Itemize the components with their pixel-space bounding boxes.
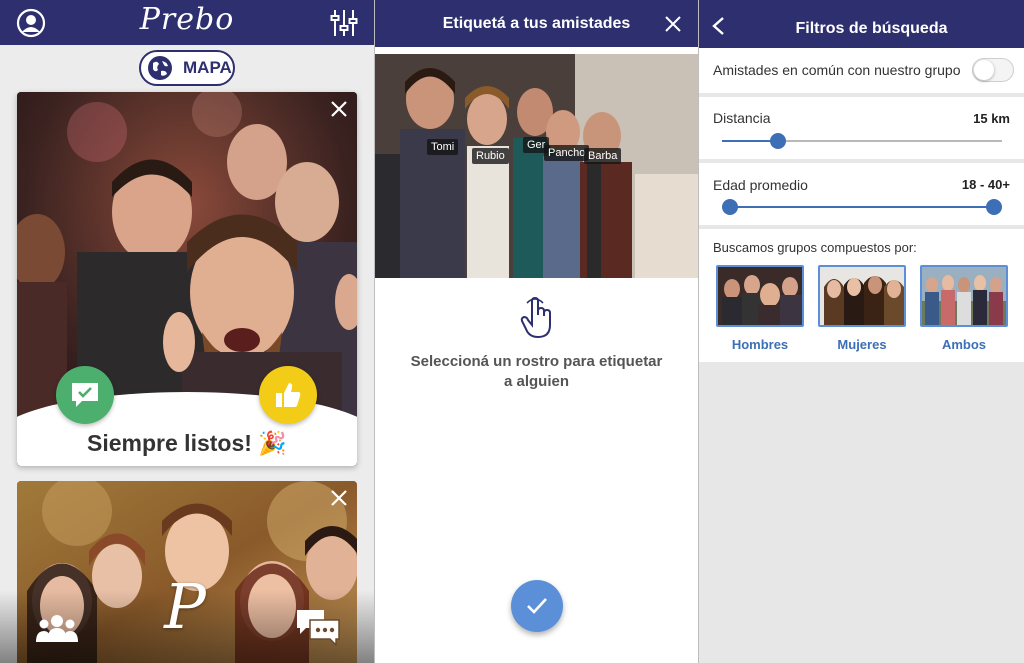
- chat-check-icon: [72, 383, 98, 407]
- age-slider-min-thumb[interactable]: [722, 199, 738, 215]
- common-friends-row: Amistades en común con nuestro grupo: [699, 48, 1024, 93]
- tag-header: Etiquetá a tus amistades: [375, 0, 698, 47]
- distance-slider[interactable]: [722, 133, 1002, 149]
- distance-value: 15 km: [973, 111, 1010, 126]
- age-slider[interactable]: [722, 199, 1002, 215]
- group-option-women[interactable]: Mujeres: [818, 265, 906, 352]
- feed-screen: Prebo MAPA Siempre listos! 🎉 P: [0, 0, 374, 663]
- toggle-knob: [974, 60, 994, 80]
- tap-finger-icon: [520, 297, 551, 339]
- chat-bubbles-icon[interactable]: [296, 608, 340, 646]
- group-composition-label: Buscamos grupos compuestos por:: [713, 240, 917, 255]
- confirm-button[interactable]: [511, 580, 563, 632]
- map-button-label: MAPA: [183, 58, 232, 77]
- group-option-men[interactable]: Hombres: [716, 265, 804, 352]
- group-photo[interactable]: Tomi Rubio Ger Pancho Barba: [375, 54, 698, 278]
- face-tag[interactable]: Rubio: [472, 148, 509, 164]
- distance-slider-thumb[interactable]: [769, 133, 786, 149]
- search-filters-screen: Filtros de búsqueda Amistades en común c…: [699, 0, 1024, 663]
- face-tag[interactable]: Barba: [584, 148, 622, 164]
- distance-label: Distancia: [713, 110, 771, 126]
- group-option-label: Hombres: [731, 337, 789, 352]
- filter-sliders-icon[interactable]: [330, 8, 358, 38]
- tag-hint: Seleccioná un rostro para etiquetar a al…: [410, 353, 663, 390]
- thumbs-up-icon: [276, 383, 301, 407]
- face-tag[interactable]: Tomi: [427, 139, 459, 155]
- screen-title: Filtros de búsqueda: [795, 20, 948, 37]
- mixed-group-photo: [920, 265, 1008, 327]
- close-icon[interactable]: [665, 16, 681, 32]
- age-slider-fill: [730, 206, 994, 208]
- globe-icon: [148, 56, 172, 80]
- check-icon: [527, 598, 547, 614]
- distance-row: Distancia 15 km: [699, 97, 1024, 159]
- face-tag[interactable]: Pancho: [544, 145, 590, 161]
- men-group-photo: [716, 265, 804, 327]
- age-label: Edad promedio: [713, 177, 808, 193]
- screen-title: Etiquetá a tus amistades: [442, 15, 631, 32]
- app-logo: Prebo: [139, 2, 235, 37]
- common-friends-label: Amistades en común con nuestro grupo: [713, 62, 961, 78]
- card-title: Siempre listos! 🎉: [87, 430, 287, 456]
- group-icon[interactable]: [36, 612, 78, 644]
- common-friends-toggle[interactable]: [972, 58, 1014, 82]
- group-option-both[interactable]: Ambos: [920, 265, 1008, 352]
- like-button[interactable]: [259, 366, 317, 424]
- message-button[interactable]: [56, 366, 114, 424]
- group-option-label: Ambos: [941, 337, 987, 352]
- group-card[interactable]: Siempre listos! 🎉: [17, 92, 357, 466]
- age-row: Edad promedio 18 - 40+: [699, 163, 1024, 225]
- tag-friends-screen: Etiquetá a tus amistades Tomi Rubio Ger …: [375, 0, 698, 663]
- close-icon[interactable]: [329, 488, 349, 508]
- filters-header: Filtros de búsqueda: [699, 0, 1024, 48]
- prebo-p-logo[interactable]: P: [150, 572, 220, 642]
- close-icon[interactable]: [329, 99, 349, 119]
- feed-header: Prebo: [0, 0, 374, 45]
- women-group-photo: [818, 265, 906, 327]
- age-value: 18 - 40+: [961, 177, 1010, 192]
- group-option-label: Mujeres: [837, 337, 887, 352]
- age-slider-max-thumb[interactable]: [986, 199, 1002, 215]
- map-button[interactable]: MAPA: [139, 50, 235, 86]
- group-photo-image: [375, 54, 698, 278]
